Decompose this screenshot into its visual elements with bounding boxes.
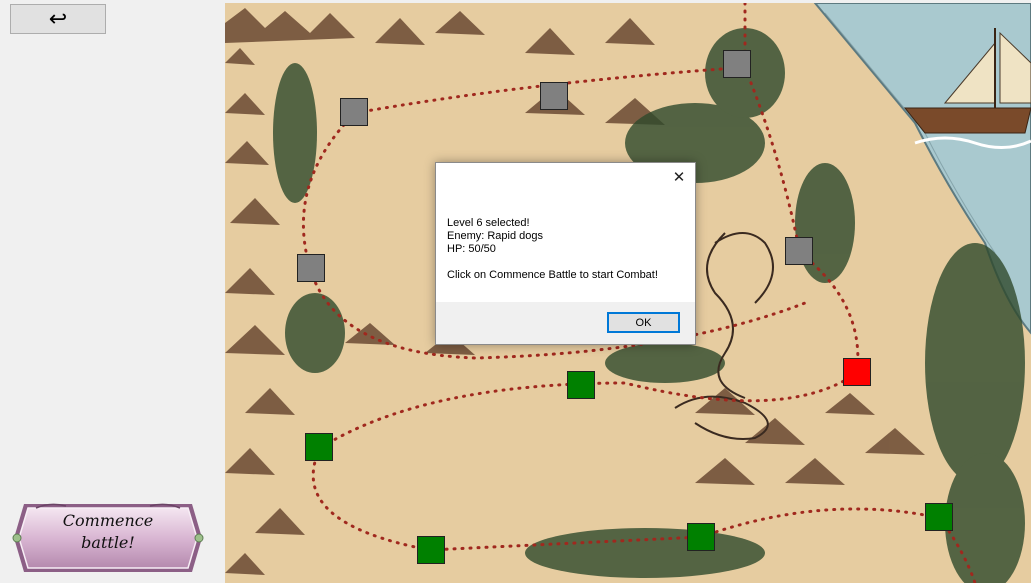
level-node-11[interactable]	[718, 45, 756, 83]
level-node-2[interactable]	[412, 531, 450, 569]
level-node-6[interactable]	[838, 353, 876, 391]
level-node-1[interactable]	[300, 428, 338, 466]
back-button[interactable]: ↩	[10, 4, 106, 34]
level-node-9[interactable]	[335, 93, 373, 131]
return-arrow-icon: ↩	[48, 6, 68, 32]
commence-battle-label: Commence battle!	[62, 511, 154, 552]
level-node-10[interactable]	[535, 77, 573, 115]
level-node-7[interactable]	[780, 232, 818, 270]
level-node-5[interactable]	[920, 498, 958, 536]
ok-button[interactable]: OK	[607, 312, 680, 333]
level-node-8[interactable]	[292, 249, 330, 287]
dialog-footer: OK	[436, 302, 695, 344]
level-node-3[interactable]	[682, 518, 720, 556]
level-node-4[interactable]	[562, 366, 600, 404]
dialog-line-instruction: Click on Commence Battle to start Combat…	[447, 269, 658, 281]
dialog-line-enemy: Enemy: Rapid dogs	[447, 230, 543, 242]
commence-battle-button[interactable]: Commence battle!	[10, 500, 206, 576]
level-info-dialog: ✕ Level 6 selected! Enemy: Rapid dogs HP…	[435, 162, 696, 345]
dialog-message: Level 6 selected! Enemy: Rapid dogs HP: …	[447, 217, 687, 282]
close-icon[interactable]: ✕	[669, 167, 689, 187]
dialog-line-level: Level 6 selected!	[447, 217, 530, 229]
dialog-line-hp: HP: 50/50	[447, 243, 496, 255]
dialog-line-blank	[447, 256, 687, 269]
